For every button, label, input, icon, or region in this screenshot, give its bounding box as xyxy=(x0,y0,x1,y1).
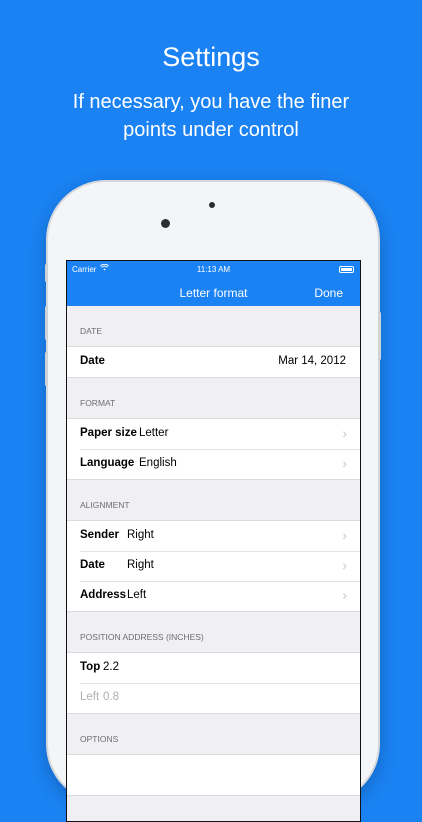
row-sender[interactable]: Sender Right › xyxy=(67,521,360,551)
chevron-right-icon: › xyxy=(342,527,347,543)
promo-subtitle: If necessary, you have the finer points … xyxy=(72,91,350,141)
row-paper-size[interactable]: Paper size Letter › xyxy=(67,419,360,449)
row-address[interactable]: Address Left › xyxy=(67,581,360,611)
options-group xyxy=(67,754,360,796)
section-header-options: OPTIONS xyxy=(80,734,119,744)
phone-frame: Carrier 11:13 AM Letter format Done DATE… xyxy=(45,182,381,822)
promo-title: Settings xyxy=(162,42,260,72)
power-button xyxy=(378,312,381,360)
position-group: Top 2.2 Left 0.8 xyxy=(67,652,360,714)
row-label: Left xyxy=(80,691,100,703)
chevron-right-icon: › xyxy=(342,425,347,441)
status-bar: Carrier 11:13 AM xyxy=(67,263,360,278)
section-header-position: POSITION ADDRESS (INCHES) xyxy=(80,632,204,642)
row-label: Sender xyxy=(80,529,119,541)
done-button[interactable]: Done xyxy=(314,286,343,300)
row-label: Address xyxy=(80,589,127,601)
battery-icon xyxy=(339,266,354,273)
front-camera xyxy=(161,219,170,228)
alignment-group: Sender Right › Date Right › Address Left… xyxy=(67,520,360,612)
row-value: English xyxy=(139,457,177,469)
row-value: Mar 14, 2012 xyxy=(278,355,346,367)
row-label: Date xyxy=(80,559,105,571)
top-value-field[interactable]: 2.2 xyxy=(103,661,119,673)
app-screen: Carrier 11:13 AM Letter format Done DATE… xyxy=(66,260,361,822)
row-value: Letter xyxy=(139,427,169,439)
row-value: Right xyxy=(127,529,154,541)
row-value: Left xyxy=(127,589,147,601)
navigation-bar: Carrier 11:13 AM Letter format Done xyxy=(67,261,360,306)
format-group: Paper size Letter › Language English › xyxy=(67,418,360,480)
row-top[interactable]: Top 2.2 xyxy=(67,653,360,683)
mute-switch xyxy=(45,264,48,282)
volume-down-button xyxy=(45,352,48,386)
row-value: Right xyxy=(127,559,154,571)
left-value-field[interactable]: 0.8 xyxy=(103,691,119,703)
chevron-right-icon: › xyxy=(342,557,347,573)
section-header-alignment: ALIGNMENT xyxy=(80,500,130,510)
chevron-right-icon: › xyxy=(342,587,347,603)
row-left[interactable]: Left 0.8 xyxy=(67,683,360,713)
row-label: Top xyxy=(80,661,101,673)
row-label: Paper size xyxy=(80,427,137,439)
row-date[interactable]: Date Mar 14, 2012 xyxy=(67,347,360,377)
row-date-alignment[interactable]: Date Right › xyxy=(67,551,360,581)
date-group: Date Mar 14, 2012 xyxy=(67,346,360,378)
row-label: Date xyxy=(80,355,105,367)
section-header-date: DATE xyxy=(80,326,103,336)
section-header-format: FORMAT xyxy=(80,398,116,408)
row-language[interactable]: Language English › xyxy=(67,449,360,479)
chevron-right-icon: › xyxy=(342,455,347,471)
volume-up-button xyxy=(45,306,48,340)
row-label: Language xyxy=(80,457,135,469)
status-time: 11:13 AM xyxy=(196,265,231,274)
proximity-sensor xyxy=(209,202,215,208)
